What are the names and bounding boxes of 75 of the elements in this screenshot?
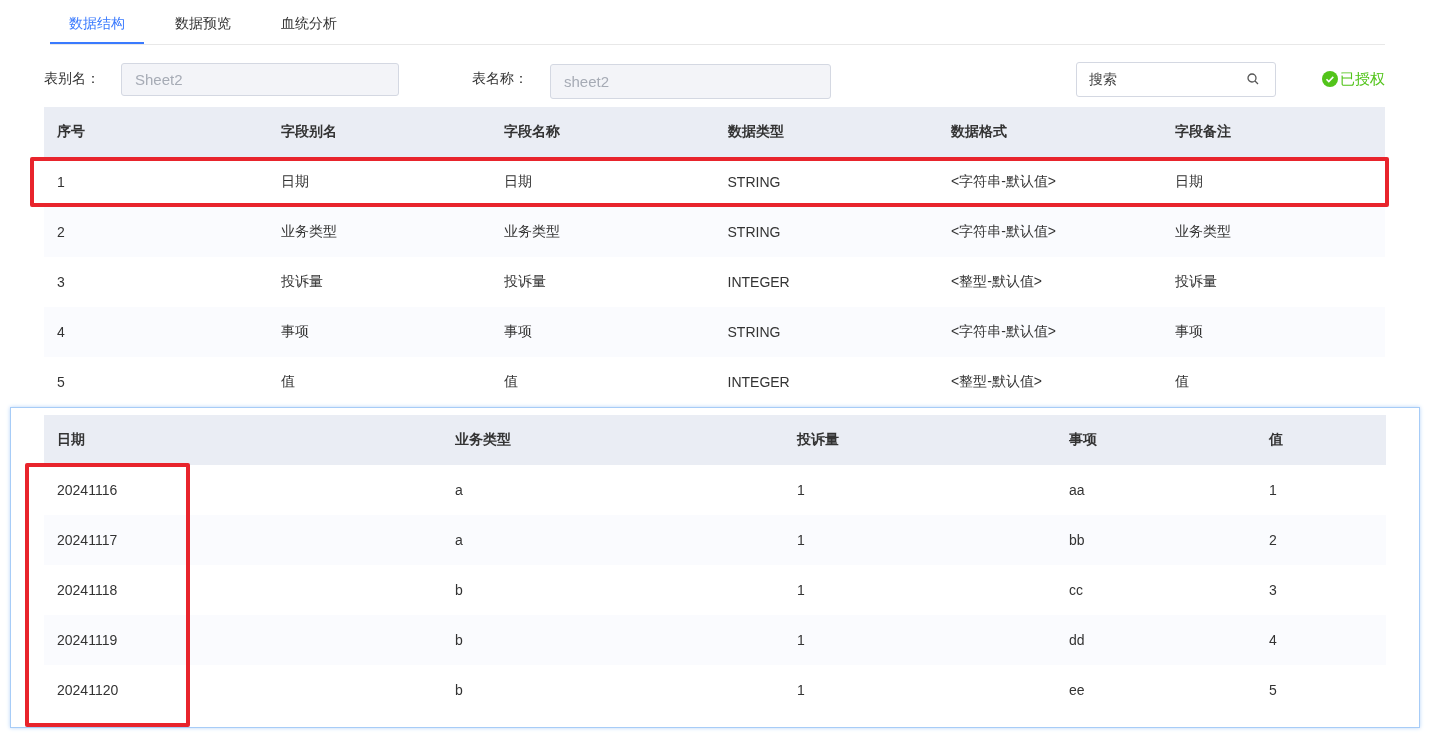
check-circle-icon	[1322, 71, 1338, 87]
table-cell-text: 20241120	[56, 682, 120, 698]
table-cell-text: 投诉量	[1173, 273, 1218, 291]
table-cell-text: 2	[1268, 532, 1278, 548]
table-cell-text: bb	[1068, 532, 1086, 548]
table-cell-text: 1	[796, 682, 806, 698]
tab[interactable]: 血统分析	[262, 0, 356, 44]
table-cell-text: 4	[1268, 632, 1278, 648]
table-cell-text: STRING	[726, 324, 782, 340]
table-cell-text: INTEGER	[726, 274, 791, 290]
table-cell-text: 1	[1268, 482, 1278, 498]
column-header: 数据类型	[726, 123, 785, 141]
table-cell-text: 20241118	[56, 582, 119, 598]
column-header: 序号	[56, 123, 86, 141]
table-cell-text: ee	[1068, 682, 1086, 698]
column-header: 事项	[1068, 431, 1098, 449]
table-cell-text: 3	[56, 274, 66, 290]
table-cell-text: 事项	[1173, 323, 1204, 341]
tab[interactable]: 数据预览	[156, 0, 250, 44]
table-cell-text: <字符串-默认值>	[950, 173, 1057, 191]
status-text: 已授权	[1340, 69, 1385, 89]
table-cell-text: <字符串-默认值>	[950, 223, 1057, 241]
search-field[interactable]: 搜索	[1076, 61, 1276, 97]
column-header: 日期	[56, 431, 86, 449]
column-header: 字段名称	[503, 123, 561, 141]
table-cell-text: 事项	[279, 323, 310, 341]
column-header: 值	[1268, 431, 1284, 449]
column-header: 数据格式	[950, 123, 1008, 141]
table-cell-text: b	[454, 582, 464, 598]
table-cell-text: INTEGER	[726, 374, 791, 390]
table-cell-text: 日期	[279, 173, 310, 191]
table-cell-text: 1	[796, 532, 806, 548]
table-cell-text: 1	[796, 482, 806, 498]
table-cell-text: 5	[56, 374, 66, 390]
column-header: 业务类型	[454, 431, 512, 449]
table-cell-text: 业务类型	[279, 223, 338, 241]
table-cell-text: 值	[279, 373, 296, 391]
tab[interactable]: 数据结构	[50, 0, 144, 44]
table-cell-text: STRING	[726, 174, 782, 190]
table-cell-text: cc	[1068, 582, 1084, 598]
table-cell-text: b	[454, 682, 464, 698]
column-header: 字段备注	[1173, 123, 1232, 141]
table-cell-text: 2	[56, 224, 66, 240]
table-cell-text: 日期	[503, 173, 533, 191]
table-cell-text: 业务类型	[1173, 223, 1232, 241]
table-cell-text: 20241117	[56, 532, 119, 548]
table-cell-text: STRING	[726, 224, 782, 240]
table-cell-text: a	[454, 482, 464, 498]
column-header: 投诉量	[795, 431, 840, 449]
table-cell-text: b	[454, 632, 464, 648]
table-cell-text: <字符串-默认值>	[950, 323, 1057, 341]
table-cell-text: 投诉量	[279, 273, 324, 291]
table-cell-text: 5	[1268, 682, 1278, 698]
table-cell-text: 值	[503, 373, 519, 391]
table-cell-text: 值	[1173, 373, 1190, 391]
table-cell-text: 日期	[1173, 173, 1204, 191]
table-cell-text: 20241119	[56, 632, 119, 648]
table-cell-text: a	[454, 532, 464, 548]
table-cell-text: 3	[1268, 582, 1278, 598]
table-cell-text: 4	[56, 324, 66, 340]
table-cell-text: <整型-默认值>	[950, 373, 1043, 391]
table-cell-text: 业务类型	[503, 223, 561, 241]
field-label: 表名称：	[472, 70, 529, 88]
table-cell-text: aa	[1068, 482, 1086, 498]
search-icon	[1247, 72, 1259, 85]
field-label: 表别名：	[44, 70, 101, 88]
table-cell-text: <整型-默认值>	[950, 273, 1043, 291]
table-cell-text: 1	[796, 582, 806, 598]
table-cell-text: dd	[1068, 632, 1086, 648]
table-cell-text: 投诉量	[503, 273, 547, 291]
table-cell-text: 1	[56, 174, 66, 190]
table-cell-text: 20241116	[56, 482, 119, 498]
table-cell-text: 事项	[503, 323, 533, 341]
column-header: 字段别名	[279, 123, 338, 141]
table-cell-text: 1	[796, 632, 806, 648]
